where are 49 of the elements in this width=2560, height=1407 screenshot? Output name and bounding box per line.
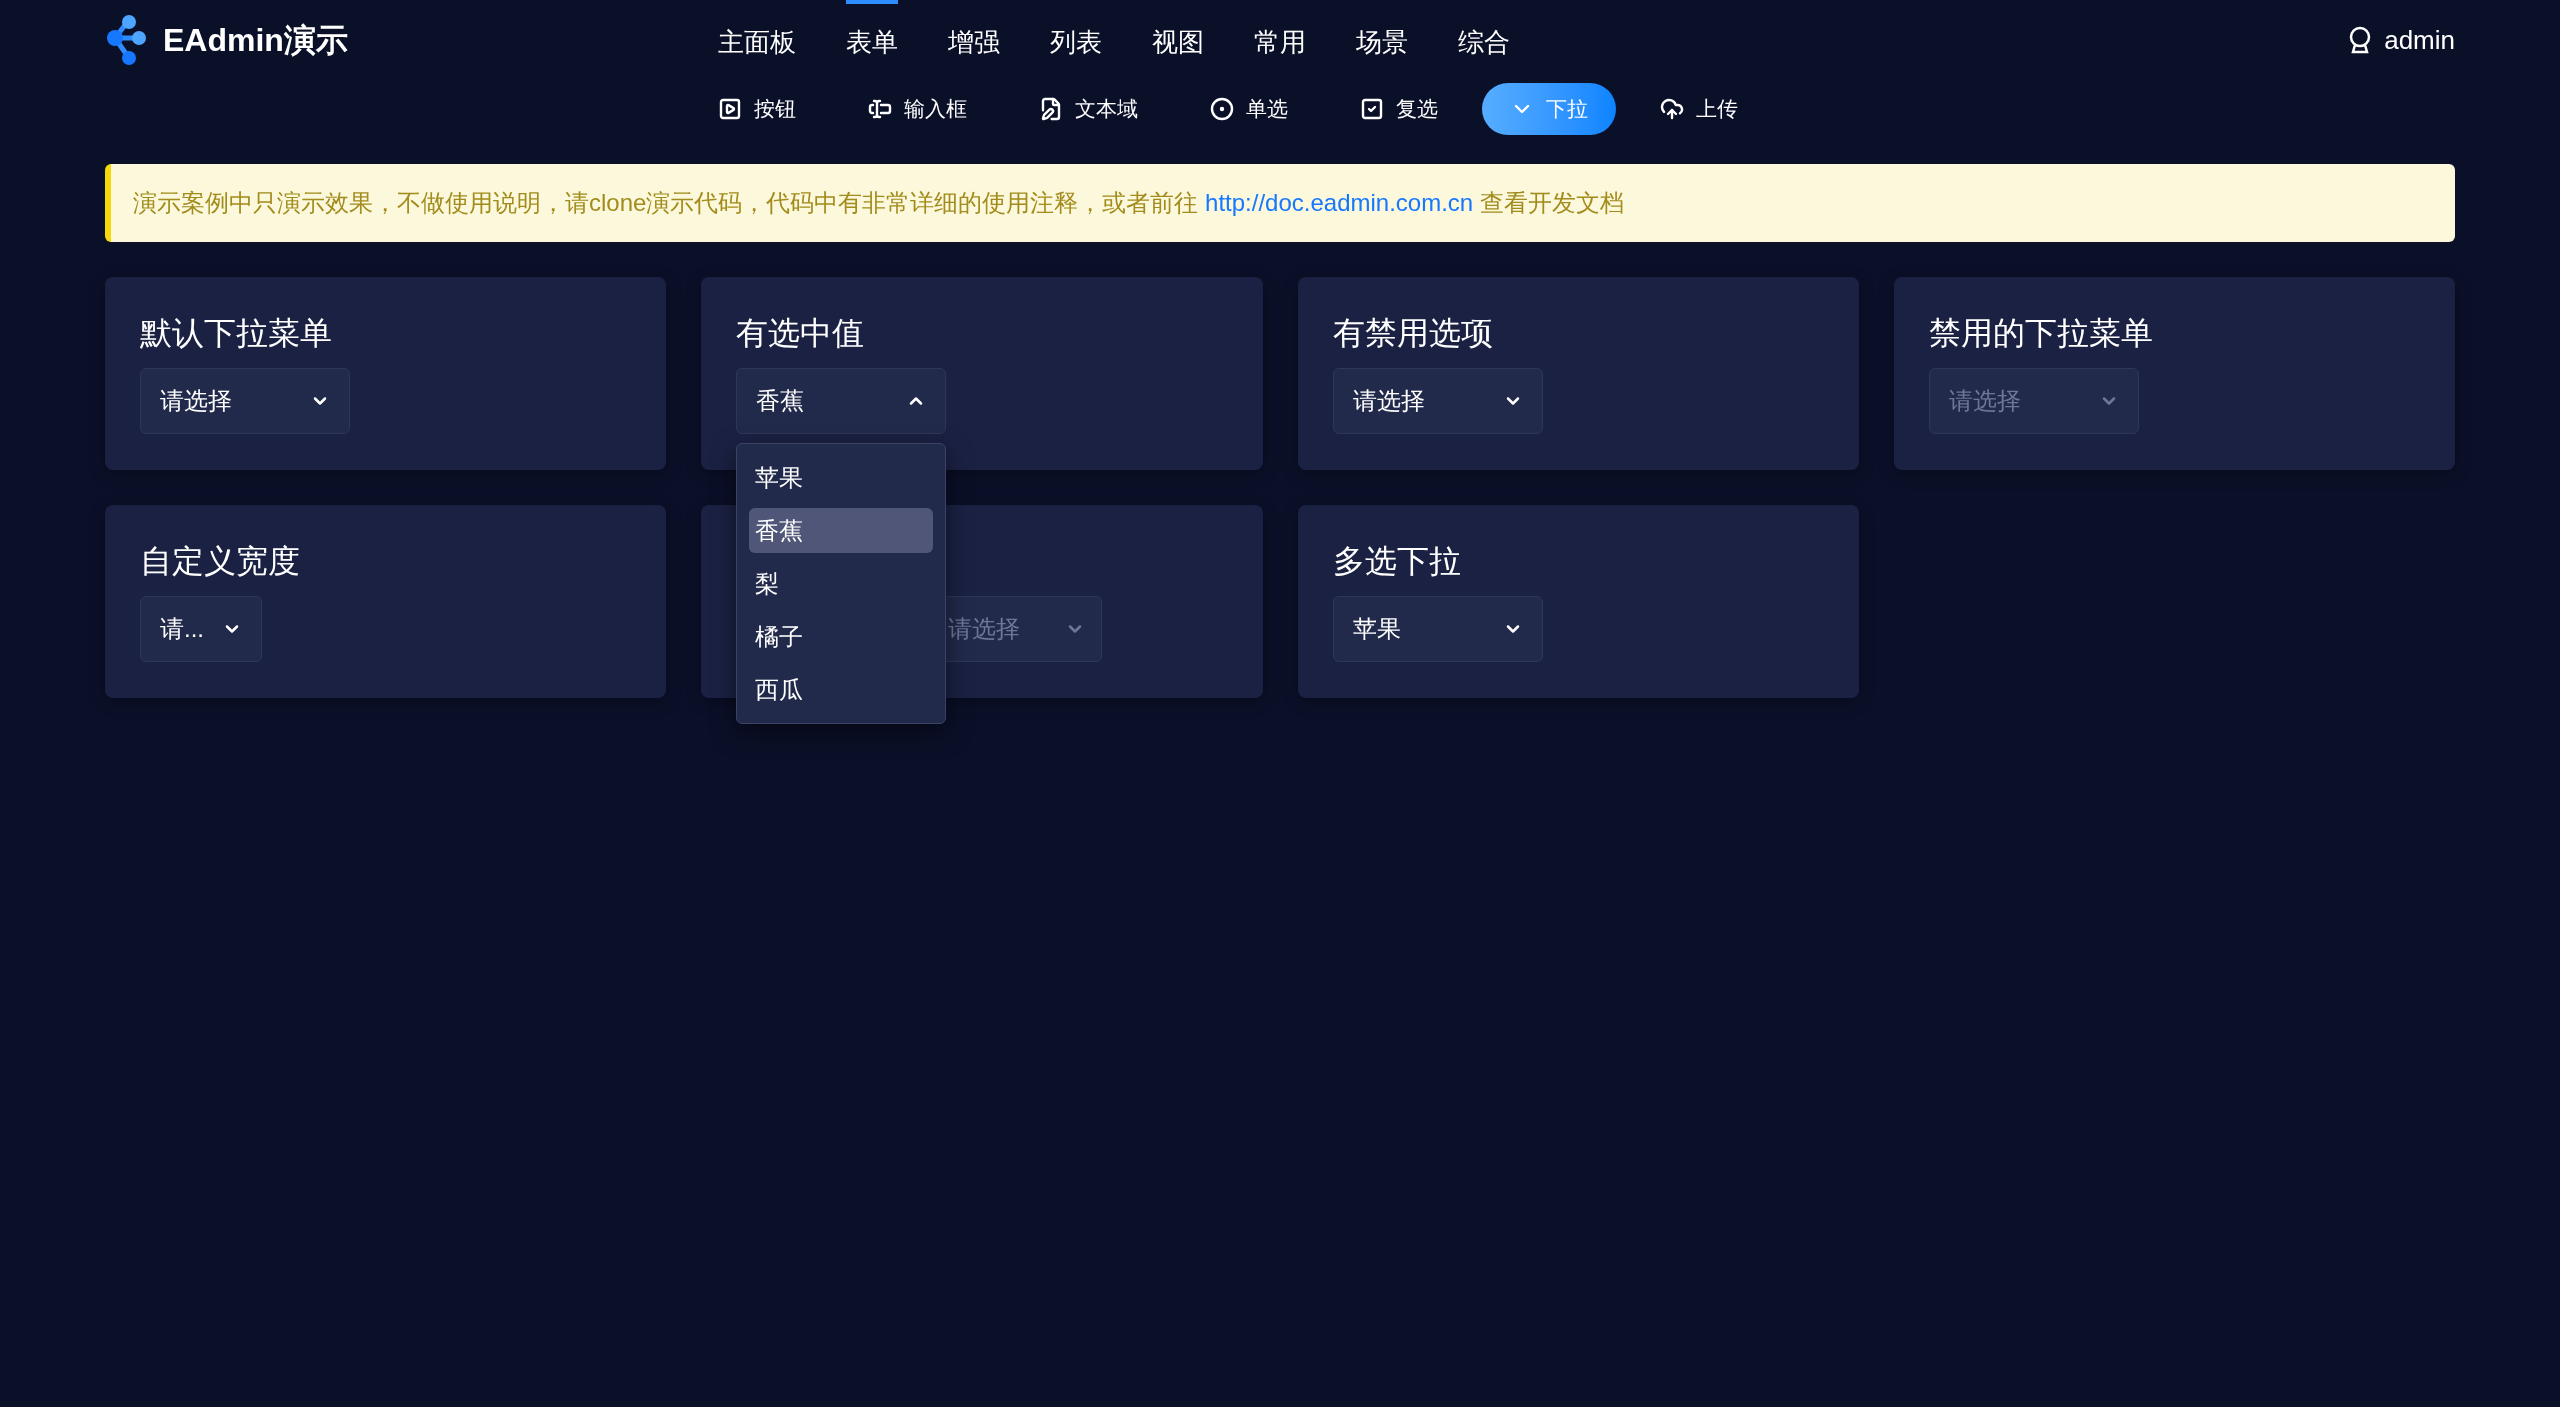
radio-icon [1210, 97, 1234, 121]
dropdown-option[interactable]: 香蕉 [749, 508, 934, 553]
select-field[interactable]: 苹果 [1332, 596, 1543, 662]
subnav-tab[interactable]: 上传 [1632, 83, 1766, 135]
cloud-upload-icon [1660, 97, 1684, 121]
select-field[interactable]: 香蕉 [736, 368, 947, 434]
dropdown-option[interactable]: 苹果 [749, 455, 934, 500]
subnav-tab[interactable]: 输入框 [840, 83, 995, 135]
nav-tab[interactable]: 表单 [846, 0, 898, 80]
subnav-tab[interactable]: 单选 [1182, 83, 1316, 135]
nav-tab[interactable]: 场景 [1356, 0, 1408, 80]
select-placeholder: 请选择 [948, 614, 1021, 644]
user-icon [2348, 26, 2373, 54]
brand-title: EAdmin演示 [163, 21, 348, 60]
card-title: 多选下拉 [1332, 542, 1462, 581]
nav-tab[interactable]: 综合 [1458, 0, 1510, 80]
user-name[interactable]: admin [2384, 20, 2455, 60]
play-square-icon [718, 97, 742, 121]
subnav-tab[interactable]: 按钮 [690, 83, 824, 135]
nav-tab[interactable]: 视图 [1152, 0, 1204, 80]
dropdown-option[interactable]: 梨 [749, 561, 934, 606]
text-cursor-icon [868, 97, 892, 121]
subnav-tab[interactable]: 复选 [1332, 83, 1466, 135]
logo-icon [105, 14, 149, 66]
notice-text: 演示案例中只演示效果，不做使用说明，请clone演示代码，代码中有非常详细的使用注释，或者前往 http://doc.eadmin.com.cn 查看开发文档 [133, 188, 1624, 218]
select-value: 苹果 [1352, 614, 1401, 644]
checkbox-icon [1360, 97, 1384, 121]
select-value: 请选择 [1352, 386, 1425, 416]
card-title: 禁用的下拉菜单 [1928, 314, 2154, 353]
select-value: 请选择 [1948, 386, 2021, 416]
nav-tab[interactable]: 主面板 [718, 0, 796, 80]
card-title: 有禁用选项 [1332, 314, 1494, 353]
card-title: 默认下拉菜单 [140, 314, 333, 353]
dropdown-option[interactable]: 橘子 [749, 614, 934, 659]
nav-tab[interactable]: 常用 [1254, 0, 1306, 80]
select-value: 请... [160, 614, 204, 644]
doc-link[interactable]: http://doc.eadmin.com.cn [1205, 189, 1474, 216]
dropdown-option[interactable]: 西瓜 [749, 667, 934, 712]
card-title: 自定义宽度 [140, 542, 301, 581]
select-value: 香蕉 [756, 386, 805, 416]
subnav-tab[interactable]: 文本域 [1011, 83, 1166, 135]
pen-document-icon [1039, 97, 1063, 121]
select-value: 请选择 [160, 386, 232, 416]
select-field[interactable]: 请选择 [140, 368, 350, 434]
nav-tab[interactable]: 列表 [1050, 0, 1102, 80]
select-field[interactable]: 请... [140, 596, 262, 662]
card-title: 有选中值 [736, 314, 866, 353]
select-field[interactable]: 请选择 [1332, 368, 1543, 434]
nav-tab[interactable]: 增强 [948, 0, 1000, 80]
